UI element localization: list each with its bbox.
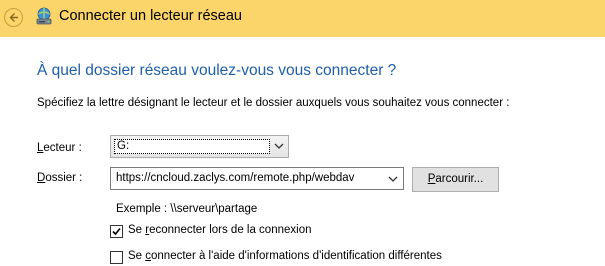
title-bar: Connecter un lecteur réseau	[0, 0, 605, 37]
drive-letter-value: G:	[114, 139, 270, 154]
reconnect-label-after: econnecter lors de la connexion	[149, 224, 312, 236]
reconnect-label: Se reconnecter lors de la connexion	[128, 224, 312, 236]
other-credentials-checkbox[interactable]	[110, 251, 123, 264]
back-arrow-icon	[9, 13, 18, 22]
drive-label-after: ecteur :	[43, 142, 82, 154]
browse-button[interactable]: Parcourir...	[412, 167, 499, 192]
back-button[interactable]	[4, 8, 23, 27]
network-drive-icon	[36, 7, 52, 25]
browse-label-after: arcourir...	[435, 173, 484, 185]
page-heading: À quel dossier réseau voulez-vous vous c…	[37, 62, 397, 79]
other-credentials-label-before: Se	[128, 250, 146, 262]
folder-path-input[interactable]: https://cncloud.zaclys.com/remote.php/we…	[116, 172, 354, 184]
example-text: Exemple : \\serveur\partage	[116, 203, 258, 215]
folder-label-after: ossier :	[45, 172, 83, 184]
other-credentials-label: Se connecter à l'aide d'informations d'i…	[128, 250, 442, 262]
other-credentials-label-after: onnecter à l'aide d'informations d'ident…	[151, 250, 442, 262]
checkmark-icon	[112, 227, 121, 236]
drive-label: Lecteur :	[37, 142, 82, 154]
chevron-down-icon[interactable]	[387, 173, 399, 185]
reconnect-label-before: Se	[128, 224, 146, 236]
folder-combobox[interactable]: https://cncloud.zaclys.com/remote.php/we…	[110, 167, 404, 190]
instruction-text: Spécifiez la lettre désignant le lecteur…	[37, 97, 510, 109]
reconnect-checkbox[interactable]	[110, 225, 123, 238]
folder-label: Dossier :	[37, 172, 82, 184]
drive-letter-select[interactable]: G:	[110, 135, 289, 158]
chevron-down-icon	[274, 143, 284, 149]
window-title: Connecter un lecteur réseau	[59, 8, 242, 24]
